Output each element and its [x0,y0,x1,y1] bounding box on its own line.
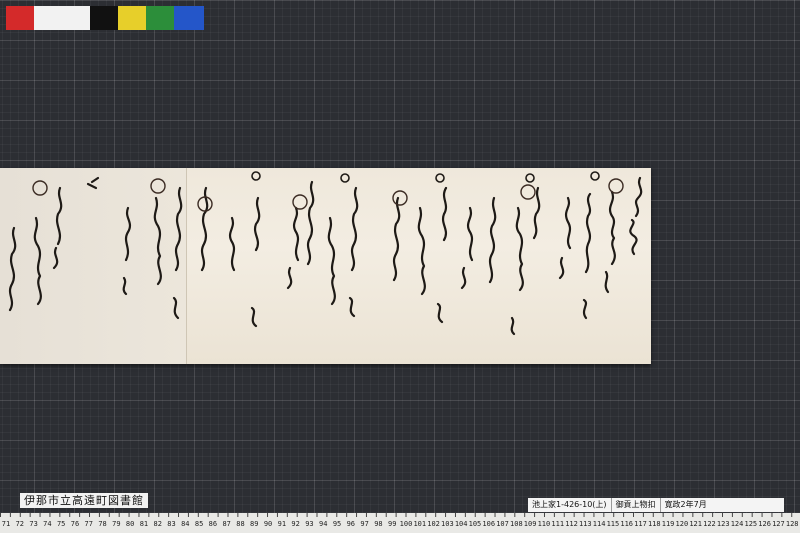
document-title: 御貢上物扣 [612,498,661,512]
library-label: 伊那市立高遠町図書館 [20,493,148,508]
ruler-number: 78 [98,520,107,528]
ruler-number: 86 [208,520,218,528]
color-patch-blue [174,6,204,30]
ruler-number: 116 [620,520,634,528]
ruler-number: 114 [592,520,606,528]
ruler-number: 108 [510,520,523,528]
ruler-number: 87 [222,520,231,528]
ruler-number: 82 [153,520,162,528]
ruler-number: 122 [703,520,716,528]
ruler-number: 88 [236,520,245,528]
handwritten-text [8,171,643,336]
ruler-number: 80 [125,520,135,528]
ruler-number: 94 [319,520,328,528]
color-patch-white [34,6,90,30]
ruler-number: 115 [606,520,620,528]
color-patch-green [146,6,174,30]
ruler-number: 109 [523,520,537,528]
ruler-number: 99 [387,520,397,528]
ruler-number: 83 [167,520,176,528]
ruler-number: 90 [263,520,273,528]
ruler-number: 84 [181,520,190,528]
document-scroll [0,168,651,364]
catalog-id: 池上家1-426-10(上) [528,498,612,512]
ruler-number: 111 [551,520,565,528]
ruler-number: 74 [43,520,52,528]
color-patch-red [6,6,34,30]
ruler-number: 128 [785,520,799,528]
ruler-number: 106 [482,520,496,528]
ruler-number: 89 [250,520,259,528]
ruler-number: 113 [578,520,592,528]
ruler-number: 96 [346,520,356,528]
ruler-number: 85 [194,520,204,528]
ruler-number: 102 [427,520,440,528]
ruler-number: 105 [468,520,482,528]
catalog-label: 池上家1-426-10(上) 御貢上物扣 寛政2年7月 [528,498,784,512]
ruler-number: 103 [441,520,454,528]
ruler-number: 91 [277,520,287,528]
ruler-number: 73 [29,520,38,528]
ruler-number: 79 [112,520,121,528]
ruler-number: 107 [496,520,509,528]
ruler-number: 93 [305,520,314,528]
ruler-number: 81 [139,520,149,528]
ruler-number: 112 [565,520,578,528]
ruler-number: 104 [454,520,468,528]
ruler-number: 117 [634,520,647,528]
measuring-ruler: 71 72 73 74 75 76 77 78 79 80 81 82 83 84 85 86 87 88 89 90… [0,513,800,533]
ruler-number: 98 [374,520,383,528]
ruler-number: 120 [675,520,689,528]
ruler-number: 72 [15,520,24,528]
ruler-number: 124 [730,520,744,528]
ruler-number: 92 [291,520,300,528]
ruler-number: 118 [647,520,661,528]
ruler-numbers: 71 72 73 74 75 76 77 78 79 80 81 82 83 84 85 86 87 88 89 90… [0,520,800,532]
ruler-number: 126 [758,520,771,528]
ruler-number: 101 [413,520,427,528]
ruler-number: 125 [744,520,758,528]
ruler-number: 127 [772,520,785,528]
document-date: 寛政2年7月 [664,500,707,509]
ruler-number: 121 [689,520,702,528]
ruler-number: 123 [716,520,730,528]
color-patch-yellow [118,6,146,30]
color-patch-black [90,6,118,30]
ruler-number: 77 [84,520,93,528]
ruler-number: 71 [1,520,11,528]
ruler-number: 97 [360,520,369,528]
color-calibration-bar [6,6,204,30]
ruler-number: 110 [537,520,551,528]
ruler-number: 95 [332,520,342,528]
ruler-number: 119 [661,520,675,528]
ruler-number: 76 [70,520,80,528]
ruler-number: 100 [399,520,413,528]
ruler-number: 75 [56,520,66,528]
